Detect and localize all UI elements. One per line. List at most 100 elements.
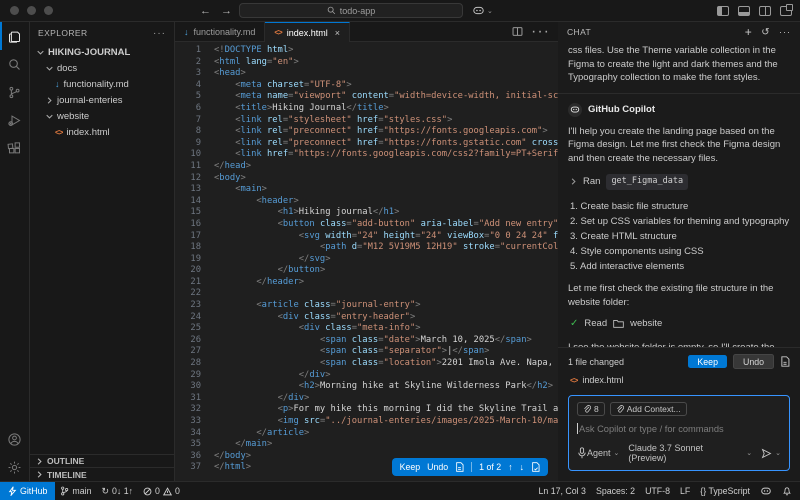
code-line[interactable]: 26 <span class="date">March 10, 2025</sp… [175, 335, 558, 347]
command-center-search[interactable]: todo-app [239, 3, 463, 18]
code-line[interactable]: 14 <header> [175, 196, 558, 208]
code-line[interactable]: 11</head> [175, 161, 558, 173]
search-icon[interactable] [0, 50, 29, 78]
tree-item-index-html[interactable]: <>index.html [30, 124, 174, 140]
attachments-chip[interactable]: 8 [577, 402, 605, 416]
navigate-forward-button[interactable]: → [221, 5, 232, 17]
extensions-icon[interactable] [0, 134, 29, 162]
code-line[interactable]: 33 <img src="../journal-enteries/images/… [175, 416, 558, 428]
code-line[interactable]: 18 <path d="M12 5V19M5 12H19" stroke="cu… [175, 242, 558, 254]
remote-indicator[interactable]: GitHub [0, 482, 55, 500]
code-line[interactable]: 13 <main> [175, 184, 558, 196]
tab-functionality-md[interactable]: ↓ functionality.md [175, 22, 265, 41]
sync-status[interactable]: ↻ 0↓ 1↑ [96, 482, 138, 500]
code-line[interactable]: 9 <link rel="preconnect" href="https://f… [175, 138, 558, 150]
toggle-secondary-sidebar-icon[interactable] [759, 6, 771, 16]
code-line[interactable]: 32 <p>For my hike this morning I did the… [175, 404, 558, 416]
open-changes-icon[interactable] [531, 462, 540, 472]
code-line[interactable]: 15 <h1>Hiking journal</h1> [175, 207, 558, 219]
code-editor[interactable]: 1<!DOCTYPE html>2<html lang="en">3<head>… [175, 42, 558, 481]
chat-conversation[interactable]: css files. Use the Theme variable collec… [558, 42, 800, 347]
code-line[interactable]: 22 [175, 288, 558, 300]
code-line[interactable]: 34 </article> [175, 428, 558, 440]
code-line[interactable]: 8 <link rel="preconnect" href="https://f… [175, 126, 558, 138]
code-line[interactable]: 24 <div class="entry-header"> [175, 312, 558, 324]
tree-item-docs[interactable]: docs [30, 60, 174, 76]
timeline-section[interactable]: TIMELINE [30, 468, 174, 481]
code-line[interactable]: 27 <span class="separator">|</span> [175, 346, 558, 358]
tool-read-row[interactable]: ✓ Read website [570, 317, 790, 331]
next-edit-icon[interactable]: ↓ [520, 462, 524, 472]
chat-history-icon[interactable]: ↺ [761, 27, 770, 38]
chat-input-placeholder[interactable]: Ask Copilot or type / for commands [579, 424, 724, 434]
microphone-icon[interactable] [577, 447, 587, 459]
code-line[interactable]: 30 <h2>Morning hike at Skyline Wildernes… [175, 381, 558, 393]
code-line[interactable]: 5 <meta name="viewport" content="width=d… [175, 91, 558, 103]
model-picker[interactable]: Claude 3.7 Sonnet (Preview) ⌄ [628, 443, 752, 463]
language-mode[interactable]: {} TypeScript [695, 482, 755, 500]
chat-more-actions-icon[interactable]: ··· [779, 27, 791, 37]
chat-input-box[interactable]: 8 Add Context... Ask Copilot or type / f… [568, 395, 790, 471]
undo-all-button[interactable]: Undo [733, 354, 774, 369]
tab-index-html[interactable]: <> index.html × [265, 22, 350, 42]
code-line[interactable]: 29 </div> [175, 370, 558, 382]
close-window-icon[interactable] [10, 6, 19, 15]
source-control-icon[interactable] [0, 78, 29, 106]
code-line[interactable]: 12<body> [175, 173, 558, 185]
close-tab-icon[interactable]: × [335, 28, 340, 38]
encoding-setting[interactable]: UTF-8 [640, 482, 675, 500]
code-line[interactable]: 25 <div class="meta-info"> [175, 323, 558, 335]
tree-item-hiking-journal[interactable]: HIKING-JOURNAL [30, 44, 174, 60]
code-line[interactable]: 7 <link rel="stylesheet" href="styles.cs… [175, 115, 558, 127]
keep-edit-button[interactable]: Keep [400, 462, 421, 472]
customize-layout-icon[interactable] [780, 6, 792, 16]
tree-item-functionality-md[interactable]: ↓functionality.md [30, 76, 174, 92]
cursor-position[interactable]: Ln 17, Col 3 [534, 482, 591, 500]
eol-setting[interactable]: LF [675, 482, 695, 500]
tree-item-journal-enteries[interactable]: journal-enteries [30, 92, 174, 108]
code-line[interactable]: 21 </header> [175, 277, 558, 289]
minimize-window-icon[interactable] [27, 6, 36, 15]
code-line[interactable]: 2<html lang="en"> [175, 57, 558, 69]
explorer-icon[interactable] [0, 22, 29, 50]
explorer-more-actions-icon[interactable]: ··· [153, 28, 166, 39]
code-line[interactable]: 19 </svg> [175, 254, 558, 266]
problems-status[interactable]: 0 0 [138, 482, 185, 500]
indentation-setting[interactable]: Spaces: 2 [591, 482, 640, 500]
split-editor-icon[interactable] [512, 26, 523, 37]
tree-item-website[interactable]: website [30, 108, 174, 124]
code-line[interactable]: 20 </button> [175, 265, 558, 277]
mode-picker[interactable]: Agent ⌄ [587, 448, 619, 458]
run-debug-icon[interactable] [0, 106, 29, 134]
outline-section[interactable]: OUTLINE [30, 455, 174, 468]
keep-all-button[interactable]: Keep [688, 355, 727, 368]
code-line[interactable]: 31 </div> [175, 393, 558, 405]
code-line[interactable]: 6 <title>Hiking Journal</title> [175, 103, 558, 115]
view-changes-icon[interactable] [780, 356, 790, 367]
new-chat-icon[interactable]: + [745, 25, 752, 39]
navigate-back-button[interactable]: ← [200, 5, 211, 17]
code-line[interactable]: 16 <button class="add-button" aria-label… [175, 219, 558, 231]
add-context-button[interactable]: Add Context... [610, 402, 687, 416]
window-controls[interactable] [10, 6, 53, 15]
code-line[interactable]: 3<head> [175, 68, 558, 80]
code-line[interactable]: 4 <meta charset="UTF-8"> [175, 80, 558, 92]
code-line[interactable]: 35 </main> [175, 439, 558, 451]
changed-file-row[interactable]: <> index.html [568, 369, 790, 387]
editor-more-actions-icon[interactable]: ··· [531, 23, 550, 41]
send-button[interactable]: ⌄ [761, 448, 781, 459]
account-icon[interactable] [0, 425, 29, 453]
settings-gear-icon[interactable] [0, 453, 29, 481]
copilot-menu-button[interactable]: ⌄ [472, 5, 493, 16]
code-line[interactable]: 10 <link href="https://fonts.googleapis.… [175, 149, 558, 161]
code-line[interactable]: 23 <article class="journal-entry"> [175, 300, 558, 312]
file-icon[interactable] [455, 462, 464, 472]
git-branch-status[interactable]: main [55, 482, 96, 500]
notifications-bell[interactable] [777, 482, 800, 500]
maximize-window-icon[interactable] [44, 6, 53, 15]
copilot-status[interactable] [755, 482, 777, 500]
tool-run-row[interactable]: Ran get_Figma_data [570, 174, 790, 190]
toggle-primary-sidebar-icon[interactable] [717, 6, 729, 16]
previous-edit-icon[interactable]: ↑ [508, 462, 512, 472]
toggle-panel-icon[interactable] [738, 6, 750, 16]
